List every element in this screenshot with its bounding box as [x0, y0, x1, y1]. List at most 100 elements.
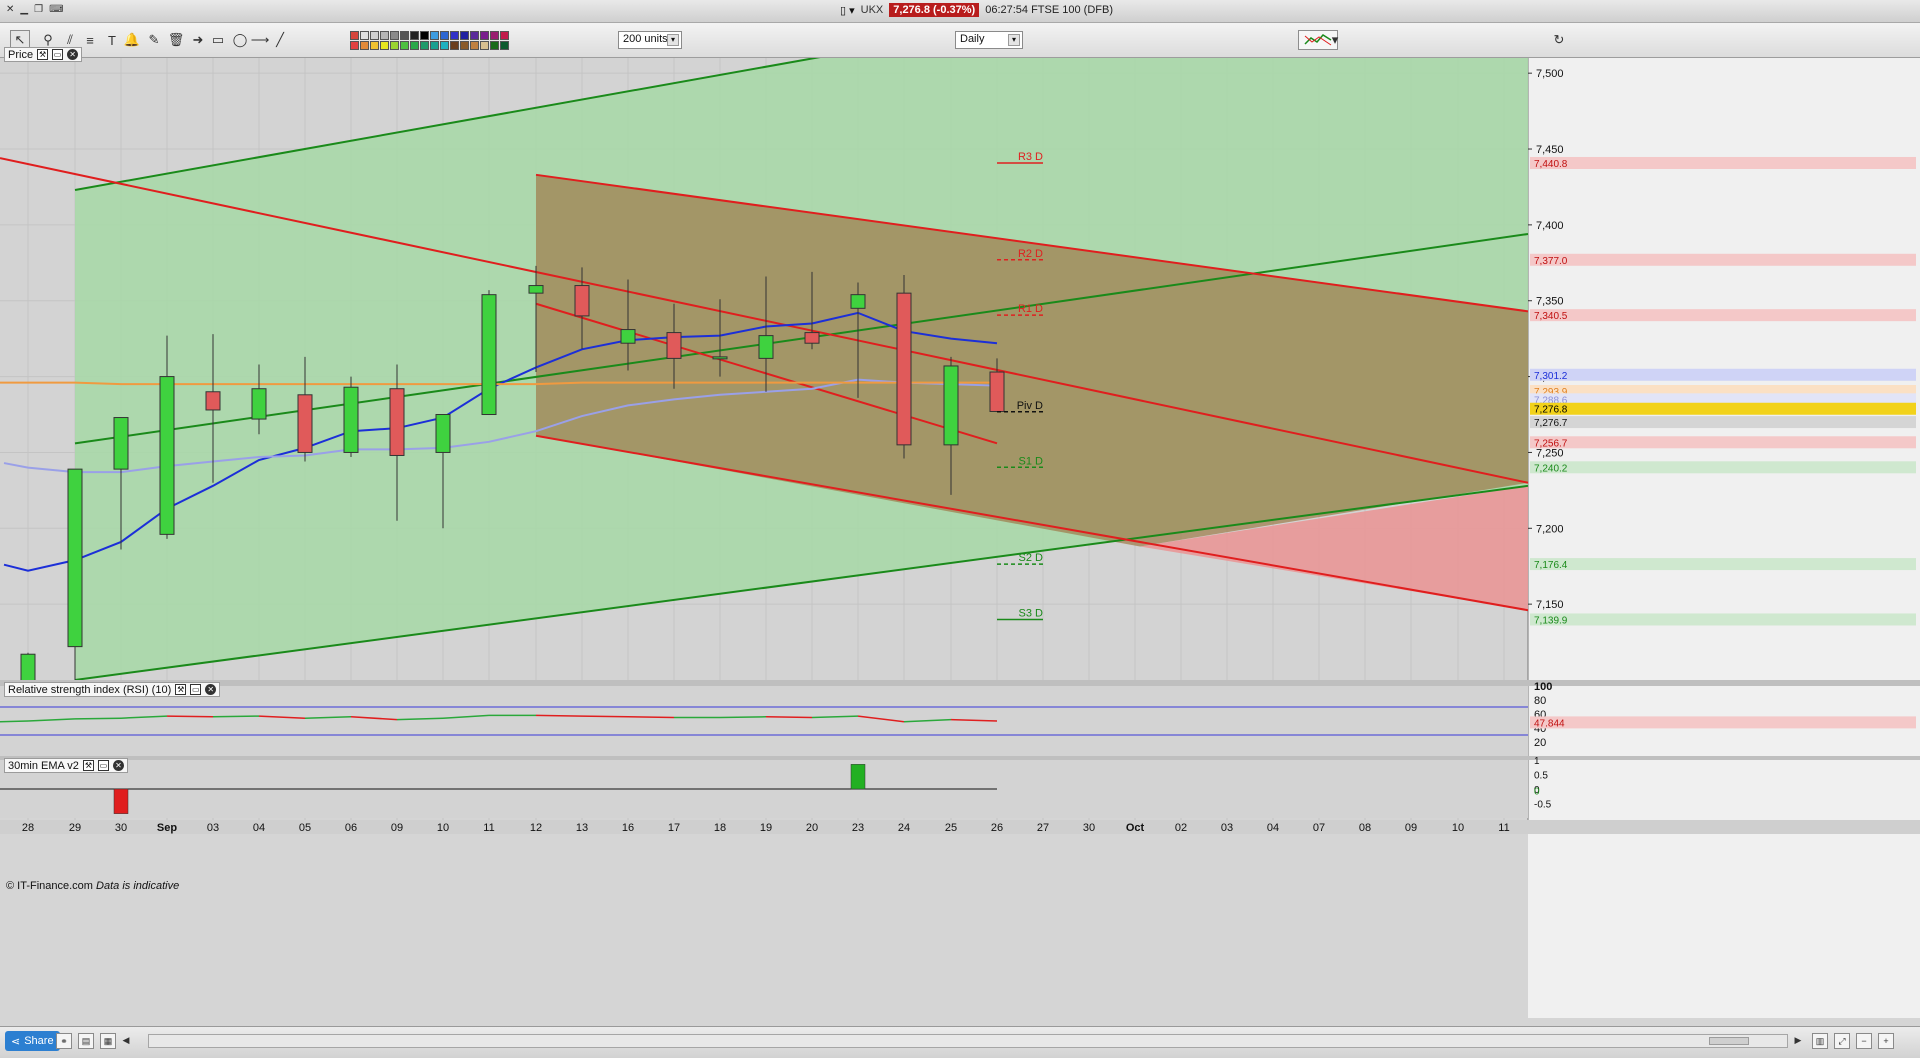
x-tick-label: 29: [69, 822, 81, 834]
color-swatch[interactable]: [350, 41, 359, 50]
price-badge: 7,440.8: [1534, 159, 1568, 170]
close-window-icon[interactable]: ✕: [6, 4, 14, 15]
color-swatch[interactable]: [360, 31, 369, 40]
zoom-out-icon[interactable]: −: [1856, 1033, 1872, 1049]
close-icon[interactable]: ✕: [205, 684, 217, 695]
x-tick-label: 28: [22, 822, 34, 834]
candle-body: [113, 417, 129, 470]
window-icon[interactable]: ▭: [52, 49, 64, 60]
x-tick-label: 19: [760, 822, 772, 834]
color-swatch[interactable]: [450, 31, 459, 40]
rsi-badge-bg: [1530, 716, 1916, 729]
color-swatch[interactable]: [490, 31, 499, 40]
fit-icon[interactable]: ⤢: [1834, 1033, 1850, 1049]
y-tick-label: 7,400: [1536, 220, 1564, 232]
color-swatch[interactable]: [430, 31, 439, 40]
link-icon[interactable]: ⚭: [56, 1033, 72, 1049]
color-swatch[interactable]: [390, 41, 399, 50]
color-swatch[interactable]: [400, 31, 409, 40]
color-swatch[interactable]: [380, 31, 389, 40]
window-icon[interactable]: ▭: [190, 684, 202, 695]
rsi-value-badge: 47.844: [1534, 718, 1565, 729]
bar-chart-icon[interactable]: ▥: [1812, 1033, 1828, 1049]
color-swatch[interactable]: [420, 41, 429, 50]
price-badge: 7,276.8 (-0.37%): [889, 3, 980, 17]
color-swatch[interactable]: [460, 41, 469, 50]
color-swatch[interactable]: [430, 41, 439, 50]
x-tick-label: 04: [253, 822, 265, 834]
y-tick-label: 7,350: [1536, 296, 1564, 308]
color-swatch[interactable]: [380, 41, 389, 50]
interval-select[interactable]: Daily ▾: [955, 31, 1023, 49]
y-tick-label: 7,500: [1536, 68, 1564, 80]
alert-bell-icon[interactable]: 🔔: [122, 30, 142, 50]
candle-body: [989, 371, 1005, 412]
color-swatch[interactable]: [370, 31, 379, 40]
line-tool-icon[interactable]: ⟶: [250, 30, 270, 50]
instrument-dropdown-icon[interactable]: ▯ ▾: [840, 4, 855, 17]
restore-window-icon[interactable]: ❐: [34, 4, 43, 15]
color-swatch[interactable]: [420, 31, 429, 40]
copyright-note: © IT-Finance.com Data is indicative: [6, 880, 179, 892]
color-swatch[interactable]: [480, 31, 489, 40]
color-swatch[interactable]: [460, 31, 469, 40]
price-badge-bg: [1530, 156, 1916, 169]
color-swatch[interactable]: [360, 41, 369, 50]
ema-tick-label: -0.5: [1534, 800, 1552, 811]
color-swatch[interactable]: [410, 41, 419, 50]
text-tool-icon[interactable]: T: [102, 30, 122, 50]
close-icon[interactable]: ✕: [67, 49, 79, 60]
trash-icon[interactable]: 🗑: [166, 30, 186, 50]
chart-canvas[interactable]: R3 D R2 D R1 D Piv D S1 D S2 D S3 D 7,500 7,450 7…: [0, 58, 1920, 1026]
x-axis-bg: [0, 820, 1920, 834]
color-swatch[interactable]: [410, 31, 419, 40]
color-swatch[interactable]: [470, 41, 479, 50]
scroll-left-icon[interactable]: ◀: [118, 1033, 134, 1049]
grid-icon[interactable]: ▦: [100, 1033, 116, 1049]
arrow-right-icon[interactable]: ➜: [188, 30, 208, 50]
color-swatch[interactable]: [450, 41, 459, 50]
candle-body: [297, 394, 313, 453]
x-tick-label: 25: [945, 822, 957, 834]
color-swatch[interactable]: [500, 31, 509, 40]
layout-icon[interactable]: ▤: [78, 1033, 94, 1049]
window-icon[interactable]: ▭: [97, 760, 109, 771]
wrench-icon[interactable]: ⚒: [175, 684, 187, 695]
share-button[interactable]: ⋖ Share: [5, 1031, 60, 1051]
color-swatch[interactable]: [440, 31, 449, 40]
color-swatch[interactable]: [470, 31, 479, 40]
candle-body: [435, 414, 451, 453]
rsi-segment: [74, 717, 122, 720]
rsi-tick-label: 20: [1534, 737, 1546, 749]
color-swatch[interactable]: [390, 31, 399, 40]
color-palette[interactable]: [350, 31, 509, 50]
raff-tool-icon[interactable]: ≡: [80, 30, 100, 50]
scroll-right-icon[interactable]: ▶: [1790, 1033, 1806, 1049]
close-icon[interactable]: ✕: [112, 760, 124, 771]
interval-value: Daily: [960, 33, 985, 45]
rsi-segment: [166, 715, 214, 718]
color-swatch[interactable]: [480, 41, 489, 50]
minimize-window-icon[interactable]: ▁: [20, 4, 28, 15]
color-swatch[interactable]: [500, 41, 509, 50]
chart-area[interactable]: R3 D R2 D R1 D Piv D S1 D S2 D S3 D 7,500 7,450 7…: [0, 58, 1920, 1026]
scrollbar-thumb[interactable]: [1709, 1037, 1749, 1045]
color-swatch[interactable]: [350, 31, 359, 40]
color-swatch[interactable]: [370, 41, 379, 50]
horizontal-scrollbar[interactable]: [148, 1034, 1788, 1048]
wrench-icon[interactable]: ⚒: [37, 49, 49, 60]
color-swatch[interactable]: [490, 41, 499, 50]
wrench-icon[interactable]: ⚒: [82, 760, 94, 771]
eraser-icon[interactable]: ✎: [144, 30, 164, 50]
units-select[interactable]: 200 units ▾: [618, 31, 682, 49]
candle-body: [67, 468, 83, 648]
sync-icon[interactable]: ↻: [1552, 30, 1566, 50]
rectangle-tool-icon[interactable]: ▭: [208, 30, 228, 50]
color-swatch[interactable]: [400, 41, 409, 50]
ellipse-tool-icon[interactable]: ◯: [230, 30, 250, 50]
pen-tool-icon[interactable]: ╱: [270, 30, 290, 50]
zoom-in-icon[interactable]: +: [1878, 1033, 1894, 1049]
keyboard-icon[interactable]: ⌨: [49, 4, 63, 15]
indicators-dropdown-icon[interactable]: ▾: [1330, 30, 1340, 50]
color-swatch[interactable]: [440, 41, 449, 50]
